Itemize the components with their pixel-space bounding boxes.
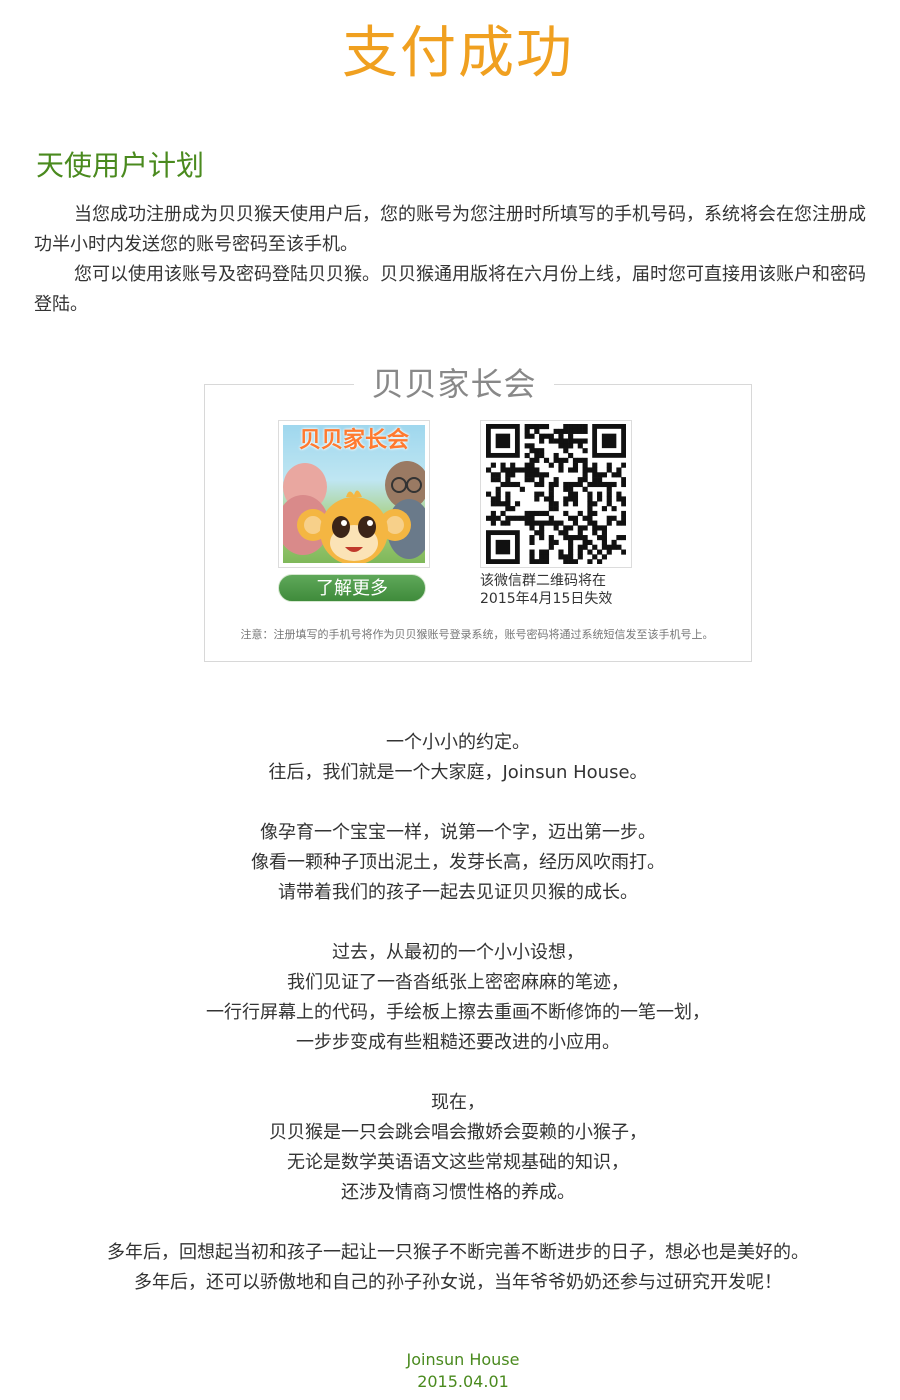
story-line: 贝贝猴是一只会跳会唱会撒娇会耍赖的小猴子，	[269, 1122, 647, 1143]
signature-name: Joinsun House	[406, 1350, 520, 1369]
story-line: 无论是数学英语语文这些常规基础的知识，	[287, 1152, 629, 1173]
section-title: 天使用户计划	[36, 149, 205, 182]
story-line: 多年后，回想起当初和孩子一起让一只猴子不断完善不断进步的日子，想必也是美好的。	[107, 1242, 809, 1263]
intro-paragraph-2: 您可以使用该账号及密码登陆贝贝猴。贝贝猴通用版将在六月份上线，届时您可直接用该账…	[34, 264, 866, 315]
story-line: 像孕育一个宝宝一样，说第一个字，迈出第一步。	[260, 822, 656, 843]
story-line: 一个小小的约定。	[386, 732, 530, 753]
page-title: 支付成功	[342, 21, 574, 86]
story-line: 一行行屏幕上的代码，手绘板上擦去重画不断修饰的一笔一划，	[206, 1002, 710, 1023]
story-line: 往后，我们就是一个大家庭，Joinsun House。	[268, 762, 648, 783]
intro-paragraph-1: 当您成功注册成为贝贝猴天使用户后，您的账号为您注册时所填写的手机号码，系统将会在…	[34, 204, 866, 255]
qr-caption: 该微信群二维码将在 2015年4月15日失效	[480, 572, 650, 608]
story-line: 我们见证了一沓沓纸张上密密麻麻的笔迹，	[287, 972, 629, 993]
parent-club-title: 贝贝家长会	[354, 362, 554, 406]
story-line: 一步步变成有些粗糙还要改进的小应用。	[296, 1032, 620, 1053]
qr-caption-line-1: 该微信群二维码将在	[480, 573, 606, 589]
learn-more-button[interactable]: 了解更多	[278, 574, 426, 602]
story-line: 像看一颗种子顶出泥土，发芽长高，经历风吹雨打。	[251, 852, 665, 873]
story-line: 请带着我们的孩子一起去见证贝贝猴的成长。	[278, 882, 638, 903]
story-line: 过去，从最初的一个小小设想，	[332, 942, 584, 963]
wechat-group-qr-code	[480, 420, 632, 568]
story-line: 现在，	[431, 1092, 485, 1113]
monkey-mascot-illustration	[283, 461, 425, 563]
qr-caption-line-2: 2015年4月15日失效	[480, 591, 613, 607]
qr-code-pattern	[486, 424, 626, 564]
story-line: 还涉及情商习惯性格的养成。	[341, 1182, 575, 1203]
app-artwork: 贝贝家长会	[283, 425, 425, 563]
signature-date: 2015.04.01	[417, 1372, 509, 1391]
registration-note: 注意：注册填写的手机号将作为贝贝猴账号登录系统，账号密码将通过系统短信发至该手机…	[240, 628, 714, 641]
parent-club-app-image[interactable]: 贝贝家长会	[278, 420, 430, 568]
story-line: 多年后，还可以骄傲地和自己的孙子孙女说，当年爷爷奶奶还参与过研究开发呢！	[134, 1272, 782, 1293]
